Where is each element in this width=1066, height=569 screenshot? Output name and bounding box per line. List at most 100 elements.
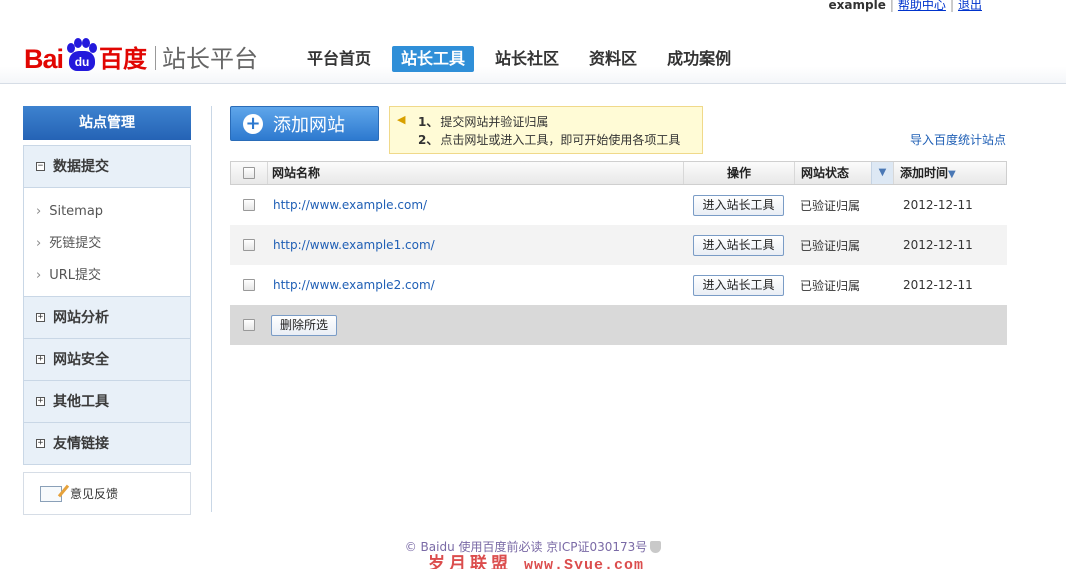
row-checkbox[interactable] <box>242 279 255 291</box>
expand-icon: + <box>36 396 45 406</box>
sidebar-item-url-submit[interactable]: › URL提交 <box>36 260 190 292</box>
tip-number: 1、 <box>418 115 439 129</box>
operation-cell: 进入站长工具 <box>683 234 794 256</box>
table-row: http://www.example1.com/ 进入站长工具 已验证归属 20… <box>230 225 1007 265</box>
add-site-label: 添加网站 <box>273 114 345 136</box>
collapse-icon: − <box>36 161 45 171</box>
watermark: 岁月联盟 www.Syue.com <box>428 549 644 569</box>
sidebar-submenu: › Sitemap › 死链提交 › URL提交 <box>24 187 190 296</box>
speaker-icon: ◀ <box>397 113 406 126</box>
logo-latin: Bai <box>24 44 64 74</box>
expand-icon: + <box>36 354 45 364</box>
nav-cases[interactable]: 成功案例 <box>658 46 740 72</box>
tip-number: 2、 <box>418 133 439 147</box>
select-all-checkbox[interactable] <box>243 167 255 179</box>
divider: | <box>949 0 954 12</box>
tip-line: 1、 提交网站并验证归属 <box>398 113 702 131</box>
site-url-link[interactable]: http://www.example2.com/ <box>273 278 435 292</box>
row-select-cell <box>230 225 267 265</box>
site-name-cell: http://www.example1.com/ <box>267 238 683 252</box>
logo-platform: 站长平台 <box>162 45 259 73</box>
sidebar-section-label: 其他工具 <box>53 393 109 410</box>
header-time-label: 添加时间 <box>900 166 949 180</box>
sidebar-item-label: 死链提交 <box>49 236 102 251</box>
sidebar-section-label: 友情链接 <box>53 435 109 452</box>
feedback-button[interactable]: 意见反馈 <box>23 472 191 515</box>
sidebar-item-label: URL提交 <box>49 268 101 283</box>
enter-tools-button[interactable]: 进入站长工具 <box>693 274 784 296</box>
logout-link[interactable]: 退出 <box>958 0 982 12</box>
sidebar-item-deadlink[interactable]: › 死链提交 <box>36 228 190 260</box>
username: example <box>828 0 886 12</box>
sidebar-title: 站点管理 <box>23 106 191 140</box>
main-nav: 平台首页 站长工具 站长社区 资料区 成功案例 <box>298 46 752 72</box>
chevron-right-icon: › <box>36 236 42 251</box>
site-name-cell: http://www.example2.com/ <box>267 278 683 292</box>
status-cell: 已验证归属 <box>800 198 861 213</box>
table-row: http://www.example2.com/ 进入站长工具 已验证归属 20… <box>230 265 1007 305</box>
divider: | <box>889 0 894 12</box>
operation-cell: 进入站长工具 <box>683 194 794 216</box>
chevron-right-icon: › <box>36 268 42 283</box>
nav-home[interactable]: 平台首页 <box>298 46 380 72</box>
add-site-button[interactable]: + 添加网站 <box>230 106 379 141</box>
sidebar: 站点管理 − 数据提交 › Sitemap › 死链提交 › URL提交 + 网站分析… <box>23 106 191 515</box>
edit-envelope-icon <box>40 485 62 502</box>
sidebar-item-label: Sitemap <box>49 204 104 219</box>
select-all-cell <box>231 162 268 184</box>
plus-icon: + <box>243 113 263 134</box>
help-link[interactable]: 帮助中心 <box>898 0 946 12</box>
row-checkbox[interactable] <box>242 199 255 211</box>
nav-webmaster-tools[interactable]: 站长工具 <box>392 46 475 72</box>
sidebar-section-label: 网站分析 <box>53 309 109 326</box>
baidu-logo[interactable]: Bai du 百度 站长平台 <box>24 30 258 74</box>
filter-dropdown-icon[interactable]: ▼ <box>871 162 893 184</box>
sidebar-section-friend-links[interactable]: + 友情链接 <box>24 422 190 464</box>
footer-select-cell <box>230 319 267 331</box>
operation-cell: 进入站长工具 <box>683 274 794 296</box>
footer-select-all-checkbox[interactable] <box>242 319 255 331</box>
tips-box: ◀ 1、 提交网站并验证归属 2、 点击网址或进入工具，即可开始使用各项工具 <box>389 106 703 154</box>
row-select-cell <box>230 265 267 305</box>
date-cell: 2012-12-11 <box>903 278 973 292</box>
header-operation: 操作 <box>684 162 795 184</box>
top-links: example | 帮助中心 | 退出 <box>829 0 982 13</box>
sidebar-section-label: 数据提交 <box>53 158 109 175</box>
sidebar-divider <box>211 106 212 512</box>
logo-divider <box>155 46 157 70</box>
paw-icon: du <box>65 38 98 74</box>
logo-paw-text: du <box>69 51 96 71</box>
expand-icon: + <box>36 312 45 322</box>
table-row: http://www.example.com/ 进入站长工具 已验证归属 201… <box>230 185 1007 225</box>
header-status-label: 网站状态 <box>801 166 850 180</box>
enter-tools-button[interactable]: 进入站长工具 <box>693 234 784 256</box>
sidebar-section-site-security[interactable]: + 网站安全 <box>24 338 190 380</box>
sidebar-section-other-tools[interactable]: + 其他工具 <box>24 380 190 422</box>
delete-selected-button[interactable]: 删除所选 <box>271 314 338 336</box>
watermark-url: www.Syue.com <box>524 557 645 569</box>
date-cell: 2012-12-11 <box>903 198 973 212</box>
tip-text: 点击网址或进入工具，即可开始使用各项工具 <box>440 133 681 147</box>
sidebar-menu: − 数据提交 › Sitemap › 死链提交 › URL提交 + 网站分析 + 网站… <box>23 145 191 465</box>
sidebar-section-data-submit[interactable]: − 数据提交 <box>24 145 190 187</box>
nav-resources[interactable]: 资料区 <box>580 46 646 72</box>
sites-table: 网站名称 操作 网站状态 ▼ 添加时间▼ http://www.example.… <box>230 161 1007 345</box>
site-url-link[interactable]: http://www.example1.com/ <box>273 238 435 252</box>
watermark-cn: 岁月联盟 <box>428 554 512 569</box>
import-baidu-stats-link[interactable]: 导入百度统计站点 <box>910 131 1006 148</box>
status-cell: 已验证归属 <box>800 238 861 253</box>
sidebar-section-label: 网站安全 <box>53 351 109 368</box>
enter-tools-button[interactable]: 进入站长工具 <box>693 194 784 216</box>
header-site-name: 网站名称 <box>268 162 684 184</box>
header-status: 网站状态 ▼ <box>795 162 894 184</box>
site-url-link[interactable]: http://www.example.com/ <box>273 198 427 212</box>
nav-community[interactable]: 站长社区 <box>486 46 568 72</box>
security-badge-icon <box>650 541 662 553</box>
row-checkbox[interactable] <box>242 239 255 251</box>
sidebar-item-sitemap[interactable]: › Sitemap <box>36 196 190 228</box>
sort-desc-icon: ▼ <box>948 169 956 180</box>
sidebar-section-site-analysis[interactable]: + 网站分析 <box>24 296 190 338</box>
status-cell: 已验证归属 <box>800 278 861 293</box>
chevron-right-icon: › <box>36 204 42 219</box>
header-add-time[interactable]: 添加时间▼ <box>894 162 1006 184</box>
